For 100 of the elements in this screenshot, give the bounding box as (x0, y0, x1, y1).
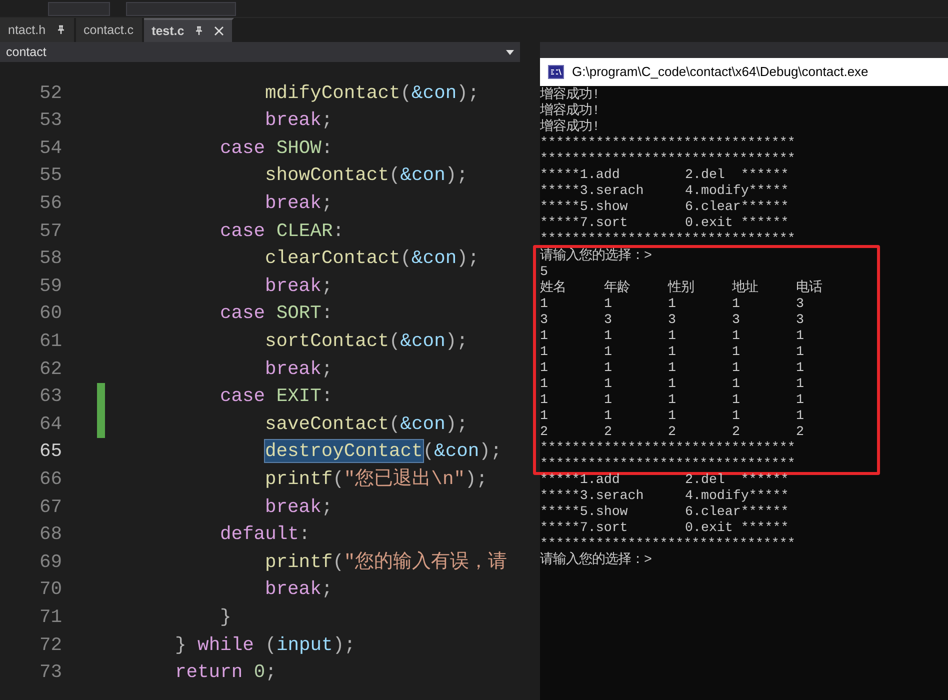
line-number: 67 (38, 494, 62, 520)
table-cell: 1 (540, 376, 548, 391)
code-line: printf("您的输入有误，请 (265, 550, 508, 575)
menu-option: 4.modify***** (685, 183, 789, 199)
menu-option: 0.exit ****** (685, 215, 789, 231)
table-cell: 3 (732, 312, 740, 327)
toolbar-field[interactable] (126, 2, 236, 16)
table-cell: 1 (540, 360, 548, 375)
table-cell: 地址 (732, 280, 758, 295)
close-icon[interactable] (214, 26, 224, 36)
code-line: break; (265, 494, 333, 520)
menu-option: 0.exit ****** (685, 520, 789, 536)
file-tab[interactable]: contact.c (76, 18, 144, 42)
menu-option: *****3.serach (540, 488, 644, 503)
table-cell: 1 (732, 360, 740, 375)
table-cell: 2 (732, 424, 740, 439)
table-cell: 年龄 (604, 280, 630, 295)
line-number: 69 (38, 550, 62, 575)
menu-option: *****7.sort (540, 520, 628, 535)
code-line: default: (220, 522, 310, 548)
code-line: } while (input); (175, 632, 356, 658)
menu-option: *****1.add (540, 472, 620, 487)
table-cell: 1 (668, 408, 676, 423)
console-text: ******************************** (540, 536, 796, 552)
table-cell: 1 (796, 328, 804, 343)
code-line: saveContact(&con); (265, 412, 468, 437)
table-cell: 1 (732, 296, 740, 311)
code-line: printf("您已退出\n"); (265, 467, 488, 492)
console-app-icon (548, 65, 564, 79)
code-line: case SHOW: (220, 136, 333, 161)
console-text: 增容成功! (540, 87, 600, 102)
table-cell: 1 (604, 408, 612, 423)
pin-icon[interactable] (56, 25, 66, 35)
line-number: 63 (38, 384, 62, 410)
table-cell: 3 (540, 312, 548, 327)
table-cell: 2 (604, 424, 612, 439)
table-cell: 1 (604, 376, 612, 391)
line-number: 59 (38, 274, 62, 299)
table-cell: 1 (540, 344, 548, 359)
code-line: break; (265, 274, 333, 299)
console-text: 5 (540, 264, 548, 280)
table-cell: 1 (732, 392, 740, 407)
table-cell: 1 (604, 392, 612, 407)
line-number: 52 (38, 80, 62, 106)
table-cell: 1 (540, 392, 548, 407)
menu-option: 4.modify***** (685, 488, 789, 504)
menu-option: *****1.add (540, 167, 620, 182)
table-cell: 1 (604, 328, 612, 343)
menu-option: *****3.serach (540, 183, 644, 198)
file-tab[interactable]: test.c (144, 18, 234, 42)
table-cell: 1 (668, 392, 676, 407)
table-cell: 姓名 (540, 280, 566, 295)
table-cell: 1 (668, 376, 676, 391)
console-text: 增容成功! (540, 119, 600, 135)
menu-option: *****5.show (540, 199, 628, 214)
line-number: 62 (38, 356, 62, 382)
table-cell: 1 (604, 360, 612, 375)
window-title: G:\program\C_code\contact\x64\Debug\contact.exe (572, 63, 868, 82)
console-text: 增容成功! (540, 103, 600, 118)
file-tab[interactable]: ntact.h (0, 18, 76, 42)
table-cell: 3 (604, 312, 612, 327)
line-number: 56 (38, 191, 62, 216)
table-cell: 3 (796, 296, 804, 311)
menu-option: *****7.sort (540, 215, 628, 230)
table-cell: 1 (796, 344, 804, 359)
menu-option: 2.del ****** (685, 472, 789, 488)
table-cell: 2 (540, 424, 548, 439)
console-text: 请输入您的选择：> (540, 552, 652, 568)
table-cell: 1 (796, 376, 804, 391)
table-cell: 1 (604, 344, 612, 359)
code-line: } (220, 604, 232, 630)
code-line: mdifyContact(&con); (265, 80, 480, 106)
pin-icon[interactable] (194, 26, 204, 36)
table-cell: 1 (668, 296, 676, 311)
line-number: 57 (38, 218, 62, 244)
table-cell: 1 (540, 408, 548, 423)
table-cell: 1 (732, 376, 740, 391)
caret-icon (506, 50, 514, 54)
line-number: 70 (38, 577, 62, 602)
table-cell: 3 (796, 312, 804, 327)
console-text: ******************************** (540, 135, 796, 151)
code-line: break; (265, 191, 333, 216)
table-cell: 2 (668, 424, 676, 439)
scope-dropdown[interactable]: contact (0, 42, 520, 62)
code-line: return 0; (175, 660, 276, 686)
line-number: 68 (38, 522, 62, 548)
toolbar-field[interactable] (48, 2, 110, 16)
console-text: ******************************** (540, 151, 796, 167)
menu-option: 2.del ****** (685, 167, 789, 183)
table-cell: 1 (796, 392, 804, 407)
code-line: break; (265, 577, 333, 602)
line-number: 58 (38, 246, 62, 272)
table-cell: 1 (732, 408, 740, 423)
code-line: case SORT: (220, 301, 333, 326)
code-line: case EXIT: (220, 384, 333, 410)
table-cell: 1 (732, 328, 740, 343)
console-text: ******************************** (540, 456, 796, 472)
table-cell: 电话 (796, 280, 822, 295)
menu-option: 6.clear****** (685, 504, 789, 520)
line-number: 60 (38, 301, 62, 326)
